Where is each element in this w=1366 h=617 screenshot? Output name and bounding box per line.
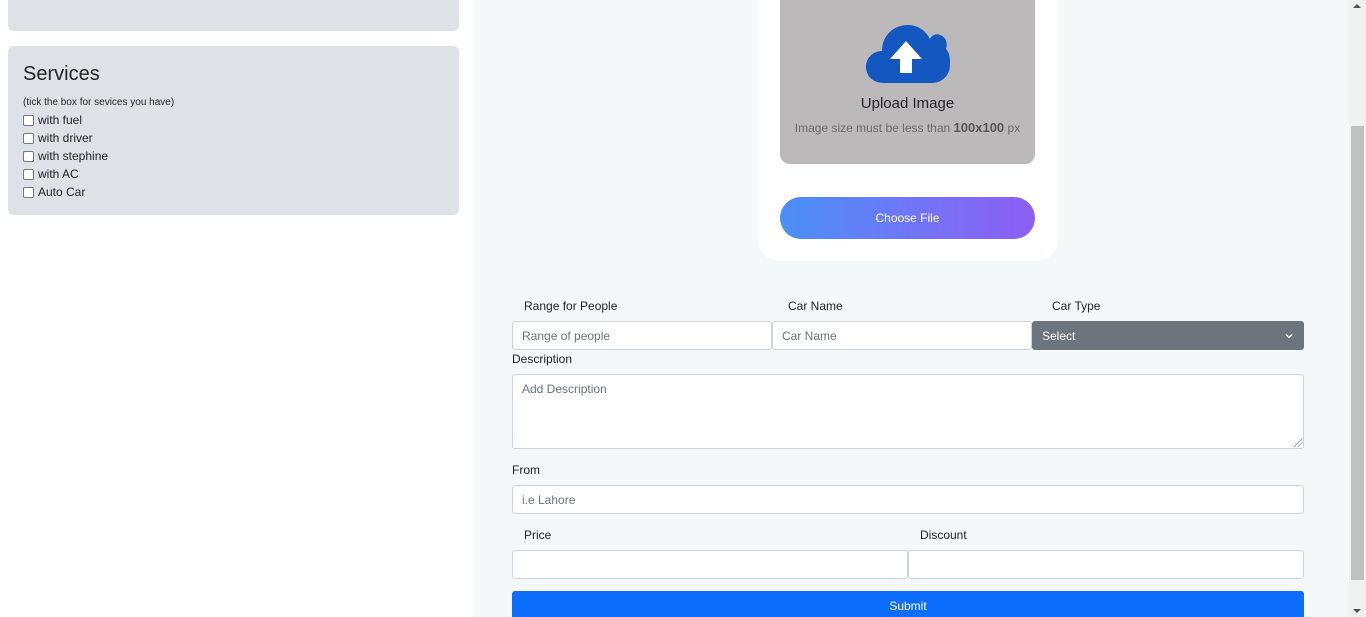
discount-input[interactable] <box>908 550 1304 579</box>
scroll-down-icon[interactable] <box>1353 609 1361 613</box>
range-label: Range for People <box>524 299 618 313</box>
service-label: with stephine <box>38 149 109 163</box>
upload-card: Upload Image Image size must be less tha… <box>758 0 1058 261</box>
service-label: Auto Car <box>38 185 86 199</box>
services-title: Services <box>23 63 100 85</box>
car-name-label: Car Name <box>788 299 843 313</box>
page-scrollbar[interactable] <box>1349 0 1366 617</box>
fuel-checkbox[interactable] <box>23 114 34 126</box>
description-label: Description <box>512 352 573 366</box>
service-label: with fuel <box>38 113 83 127</box>
service-option-driver[interactable]: with driver <box>23 129 444 147</box>
from-input[interactable]: i.e Lahore <box>512 485 1304 514</box>
service-label: with driver <box>38 131 93 145</box>
ac-checkbox[interactable] <box>23 168 34 180</box>
driver-checkbox[interactable] <box>23 132 34 144</box>
discount-label: Discount <box>920 528 967 542</box>
upload-hint-text: Image size must be less than <box>794 121 951 135</box>
upload-hint-size: 100x100 <box>953 120 1005 135</box>
from-label: From <box>512 463 540 477</box>
submit-button[interactable]: Submit <box>512 591 1304 617</box>
services-hint: (tick the box for sevices you have) <box>23 97 175 108</box>
service-option-ac[interactable]: with AC <box>23 165 444 183</box>
stephine-checkbox[interactable] <box>23 150 34 162</box>
service-option-stephine[interactable]: with stephine <box>23 147 444 165</box>
resize-handle-icon[interactable] <box>1294 439 1302 447</box>
description-textarea[interactable]: Add Description <box>512 374 1304 449</box>
car-type-select[interactable]: Select <box>1032 321 1304 350</box>
range-input[interactable]: Range of people <box>512 321 772 350</box>
upload-hint-unit: px <box>1007 121 1021 135</box>
price-input[interactable] <box>512 550 908 579</box>
car-type-value: Select <box>1042 328 1076 343</box>
upload-title: Upload Image <box>860 95 955 112</box>
chevron-down-icon <box>1285 333 1293 338</box>
sidebar-top-card <box>8 0 459 31</box>
main-panel: Upload Image Image size must be less tha… <box>474 0 1348 617</box>
car-name-input[interactable]: Car Name <box>772 321 1032 350</box>
description-placeholder: Add Description <box>522 382 607 396</box>
services-card: Services (tick the box for sevices you h… <box>8 46 459 215</box>
upload-dropzone[interactable]: Upload Image Image size must be less tha… <box>780 0 1035 164</box>
upload-hint: Image size must be less than 100x100 px <box>780 120 1035 135</box>
car-type-label: Car Type <box>1052 299 1101 313</box>
scroll-thumb[interactable] <box>1351 126 1364 580</box>
service-option-auto-car[interactable]: Auto Car <box>23 183 444 201</box>
price-label: Price <box>524 528 552 542</box>
service-label: with AC <box>38 167 79 181</box>
auto-car-checkbox[interactable] <box>23 186 34 198</box>
choose-file-button[interactable]: Choose File <box>780 197 1035 239</box>
cloud-upload-icon <box>866 25 950 83</box>
service-option-fuel[interactable]: with fuel <box>23 111 444 129</box>
scroll-up-icon[interactable] <box>1353 4 1361 8</box>
